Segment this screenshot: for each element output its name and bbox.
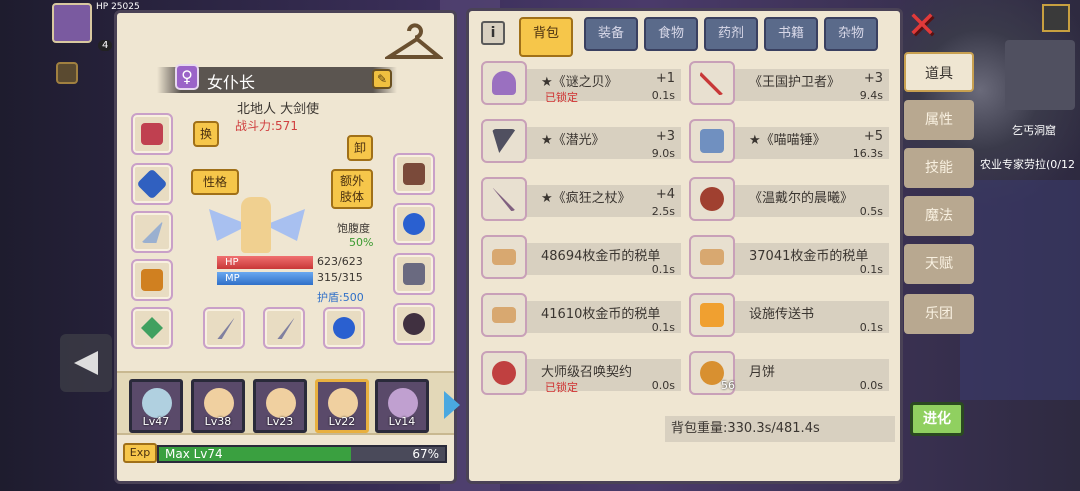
satiety-value: 50% [349, 236, 374, 249]
left-move-button[interactable] [60, 334, 112, 392]
list-item[interactable]: 48694枚金币的税单 0.1s [481, 233, 681, 279]
info-icon[interactable]: i [481, 21, 505, 45]
list-item[interactable]: 56 月饼 0.0s [689, 349, 889, 395]
tab-misc[interactable]: 杂物 [824, 17, 878, 51]
glove-slot[interactable] [393, 153, 435, 195]
party-member-3[interactable]: Lv23 [253, 379, 307, 433]
map-name: 乞丐洞窟 [1012, 124, 1056, 137]
tab-food[interactable]: 食物 [644, 17, 698, 51]
helmet-slot[interactable] [131, 113, 173, 155]
list-item[interactable]: ★《疯狂之杖》 +4 2.5s [481, 175, 681, 221]
tab-potion[interactable]: 药剂 [704, 17, 758, 51]
mp-value: 315/315 [317, 271, 363, 284]
side-menu-band[interactable]: 乐团 [904, 294, 974, 334]
party-member-4[interactable]: Lv22 [315, 379, 369, 433]
satiety-label: 饱腹度 [337, 222, 370, 235]
inventory-panel: i 背包 装备 食物 药剂 书籍 杂物 ★《谜之贝》 +1 已锁定 0.1s 《王国护… [466, 8, 903, 484]
exp-badge: Exp [123, 443, 157, 463]
quest-tracker[interactable]: 农业专家劳拉(0/12 [980, 156, 1075, 172]
accessory-slot[interactable] [393, 303, 435, 345]
tax-icon [689, 235, 735, 279]
hanger-icon[interactable] [385, 21, 443, 65]
mp-bar: MP [217, 272, 313, 285]
weapon-slot[interactable] [131, 211, 173, 253]
belt-slot[interactable] [393, 203, 435, 245]
hud-small-icon[interactable] [56, 62, 78, 84]
extra-limb-button[interactable]: 额外 肢体 [331, 169, 373, 209]
ring-slot[interactable] [131, 307, 173, 349]
armor-slot[interactable] [131, 259, 173, 301]
swap-button[interactable]: 换 [193, 121, 219, 147]
minimap[interactable] [1005, 40, 1075, 110]
offhand-slot-3[interactable] [323, 307, 365, 349]
side-menu-attributes[interactable]: 属性 [904, 100, 974, 140]
book-icon [689, 293, 735, 337]
close-icon[interactable]: ✕ [904, 8, 940, 46]
list-item[interactable]: 大师级召唤契约 已锁定 0.0s [481, 349, 681, 395]
edit-name-icon[interactable]: ✎ [372, 69, 392, 89]
crossbow-icon [689, 61, 735, 105]
player-avatar[interactable] [52, 3, 92, 43]
offhand-slot-2[interactable] [263, 307, 305, 349]
party-member-5[interactable]: Lv14 [375, 379, 429, 433]
list-item[interactable]: ★《谜之贝》 +1 已锁定 0.1s [481, 59, 681, 105]
list-item[interactable]: 《王国护卫者》 +3 9.4s [689, 59, 889, 105]
map-toggle-icon[interactable] [1042, 4, 1070, 32]
side-menu-skills[interactable]: 技能 [904, 148, 974, 188]
list-item[interactable]: ★《喵喵锤》 +5 16.3s [689, 117, 889, 163]
list-item[interactable]: ★《潜光》 +3 9.0s [481, 117, 681, 163]
boots-slot[interactable] [393, 253, 435, 295]
race-class-label: 北地人 大剑使 [237, 102, 320, 117]
evolve-button[interactable]: 进化 [910, 402, 964, 436]
exp-bar: Max Lv74 67% [157, 445, 447, 463]
tax-icon [481, 293, 527, 337]
side-menu-talent[interactable]: 天赋 [904, 244, 974, 284]
tab-equipment[interactable]: 装备 [584, 17, 638, 51]
exp-percent: 67% [412, 447, 439, 461]
combat-power: 战斗力:571 [235, 119, 298, 133]
hammer-icon [689, 119, 735, 163]
shell-icon [481, 61, 527, 105]
list-item[interactable]: 41610枚金币的税单 0.1s [481, 291, 681, 337]
list-item[interactable]: 《温戴尔的晨曦》 0.5s [689, 175, 889, 221]
party-member-2[interactable]: Lv38 [191, 379, 245, 433]
bag-weight: 背包重量:330.3s/481.4s [665, 416, 895, 442]
party-member-1[interactable]: Lv47 [129, 379, 183, 433]
list-item[interactable]: 设施传送书 0.1s [689, 291, 889, 337]
side-menu-items[interactable]: 道具 [904, 52, 974, 92]
amulet-slot[interactable] [131, 163, 173, 205]
character-panel: ♀ 女仆长 ✎ 北地人 大剑使 战斗力:571 换 卸 性格 额外 肢体 饱腹度… [114, 10, 460, 484]
background-floor [960, 180, 1080, 400]
item-list[interactable]: ★《谜之贝》 +1 已锁定 0.1s 《王国护卫者》 +3 9.4s ★《潜光》 +3 9.0… [479, 57, 891, 409]
character-name: 女仆长 [207, 73, 256, 92]
tab-books[interactable]: 书籍 [764, 17, 818, 51]
shield-value: 护盾:500 [317, 291, 364, 304]
hud-level-badge: 4 [98, 40, 113, 51]
hp-value: 623/623 [317, 255, 363, 268]
tab-bag[interactable]: 背包 [519, 17, 573, 57]
staff-icon [481, 177, 527, 221]
hp-bar: HP [217, 256, 313, 269]
scythe-icon [481, 119, 527, 163]
character-portrait [209, 191, 304, 261]
exp-level-text: Max Lv74 [165, 447, 223, 461]
party-bar: Lv47 Lv38 Lv23 Lv22 Lv14 [117, 371, 454, 435]
cloth-icon [689, 177, 735, 221]
seal-icon [481, 351, 527, 395]
tax-icon [481, 235, 527, 279]
female-symbol-icon: ♀ [175, 64, 199, 90]
list-item[interactable]: 37041枚金币的税单 0.1s [689, 233, 889, 279]
unequip-button[interactable]: 卸 [347, 135, 373, 161]
side-menu-magic[interactable]: 魔法 [904, 196, 974, 236]
offhand-slot-1[interactable] [203, 307, 245, 349]
